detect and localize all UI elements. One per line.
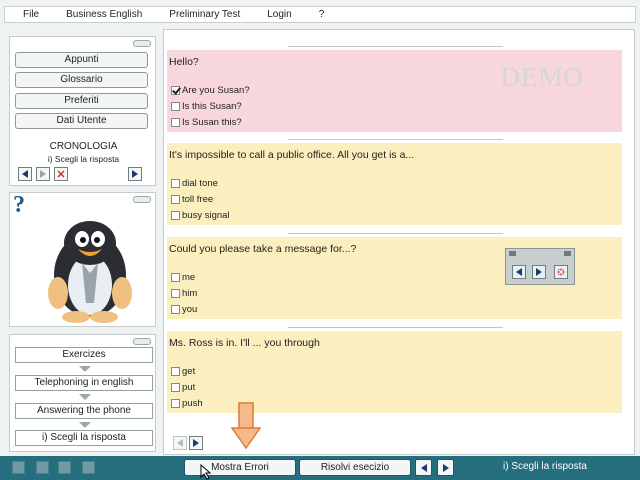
glossary-button[interactable]: Glossario	[15, 72, 148, 88]
next-exercise-button[interactable]	[437, 459, 454, 476]
checkbox[interactable]	[171, 195, 180, 204]
panel-grip[interactable]	[133, 196, 151, 203]
checkbox[interactable]	[171, 367, 180, 376]
option[interactable]: get	[171, 366, 195, 377]
checkbox[interactable]	[171, 118, 180, 127]
option[interactable]: push	[171, 398, 203, 409]
exercise-path-panel: Exercizes Telephoning in english Answeri…	[9, 334, 156, 452]
arrow-right-icon	[193, 439, 199, 447]
path-exercises[interactable]: Exercizes	[15, 347, 153, 363]
history-back-button[interactable]	[18, 167, 32, 181]
checkbox[interactable]	[171, 305, 180, 314]
tools-panel: Appunti Glossario Preferiti Dati Utente …	[9, 36, 156, 186]
history-item: i) Scegli la risposta	[47, 154, 120, 164]
exercise-area: Hello? DEMO Are you Susan? Is this Susan…	[163, 29, 635, 455]
checkbox[interactable]	[171, 273, 180, 282]
status-text: i) Scegli la risposta	[503, 461, 587, 472]
home-icon[interactable]	[12, 461, 25, 474]
question-text: Could you please take a message for...?	[169, 243, 357, 255]
option[interactable]: toll free	[171, 194, 213, 205]
path-current-exercise[interactable]: i) Scegli la risposta	[15, 430, 153, 446]
arrow-left-icon	[516, 268, 522, 276]
option[interactable]: Is this Susan?	[171, 101, 242, 112]
question-text: Hello?	[169, 56, 199, 68]
separator	[288, 233, 503, 234]
panel-grip[interactable]	[133, 338, 151, 345]
page-back-button[interactable]	[173, 436, 187, 450]
history-next-button[interactable]	[128, 167, 142, 181]
close-icon	[557, 268, 565, 276]
demo-watermark: DEMO	[500, 62, 584, 92]
audio-player	[505, 248, 575, 285]
option[interactable]: Are you Susan?	[171, 85, 250, 96]
option[interactable]: me	[171, 272, 195, 283]
menu-preliminary-test[interactable]: Preliminary Test	[151, 9, 249, 20]
checkbox[interactable]	[171, 211, 180, 220]
separator	[288, 46, 503, 47]
option[interactable]: you	[171, 304, 197, 315]
panel-grip[interactable]	[133, 40, 151, 47]
arrow-left-icon	[22, 170, 28, 178]
question-3: Could you please take a message for...? …	[167, 237, 622, 319]
arrow-right-icon	[132, 170, 138, 178]
menu-bar: File Business English Preliminary Test L…	[4, 6, 636, 23]
checkbox[interactable]	[171, 179, 180, 188]
option[interactable]: him	[171, 288, 197, 299]
down-arrow-icon	[79, 394, 91, 400]
option[interactable]: put	[171, 382, 195, 393]
path-telephoning[interactable]: Telephoning in english	[15, 375, 153, 391]
player-back-button[interactable]	[512, 265, 526, 279]
bottom-toolbar: Mostra Errori Risolvi esecizio i) Scegli…	[0, 456, 640, 480]
player-handle[interactable]	[564, 251, 571, 256]
mascot-panel: ?	[9, 192, 156, 327]
checkbox[interactable]	[171, 102, 180, 111]
question-1: Hello? DEMO Are you Susan? Is this Susan…	[167, 50, 622, 132]
pointer-arrow-icon	[230, 402, 262, 450]
player-close-button[interactable]	[554, 265, 568, 279]
option[interactable]: busy signal	[171, 210, 230, 221]
history-forward-button[interactable]	[36, 167, 50, 181]
player-handle[interactable]	[509, 251, 516, 256]
separator	[288, 139, 503, 140]
checkbox[interactable]	[171, 399, 180, 408]
history-title: CRONOLOGIA	[49, 141, 118, 152]
solve-exercise-button[interactable]: Risolvi esecizio	[299, 459, 411, 476]
penguin-mascot-icon	[48, 221, 132, 323]
down-arrow-icon	[79, 366, 91, 372]
path-answering[interactable]: Answering the phone	[15, 403, 153, 419]
document-icon[interactable]	[36, 461, 49, 474]
option[interactable]: dial tone	[171, 178, 218, 189]
close-icon	[57, 170, 65, 178]
prev-exercise-button[interactable]	[415, 459, 432, 476]
down-arrow-icon	[79, 422, 91, 428]
question-text: Ms. Ross is in. I'll ... you through	[169, 337, 320, 349]
menu-help[interactable]: ?	[301, 9, 334, 20]
settings-icon[interactable]	[82, 461, 95, 474]
arrow-right-icon	[40, 170, 46, 178]
player-play-button[interactable]	[532, 265, 546, 279]
user-data-button[interactable]: Dati Utente	[15, 113, 148, 129]
option[interactable]: Is Susan this?	[171, 117, 242, 128]
arrow-left-icon	[420, 463, 427, 472]
history-clear-button[interactable]	[54, 167, 68, 181]
mouse-cursor-icon	[200, 464, 212, 480]
menu-business-english[interactable]: Business English	[48, 9, 151, 20]
play-icon	[536, 268, 542, 276]
question-text: It's impossible to call a public office.…	[169, 149, 415, 161]
checkbox[interactable]	[171, 383, 180, 392]
question-4: Ms. Ross is in. I'll ... you through get…	[167, 331, 622, 413]
question-2: It's impossible to call a public office.…	[167, 143, 622, 225]
checkbox[interactable]	[171, 289, 180, 298]
separator	[288, 327, 503, 328]
menu-file[interactable]: File	[5, 9, 48, 20]
notes-button[interactable]: Appunti	[15, 52, 148, 68]
arrow-right-icon	[442, 463, 449, 472]
favorites-button[interactable]: Preferiti	[15, 93, 148, 109]
menu-login[interactable]: Login	[249, 9, 300, 20]
print-icon[interactable]	[58, 461, 71, 474]
arrow-left-icon	[177, 439, 183, 447]
checkbox[interactable]	[171, 86, 180, 95]
help-icon[interactable]: ?	[13, 192, 25, 219]
page-forward-button[interactable]	[189, 436, 203, 450]
